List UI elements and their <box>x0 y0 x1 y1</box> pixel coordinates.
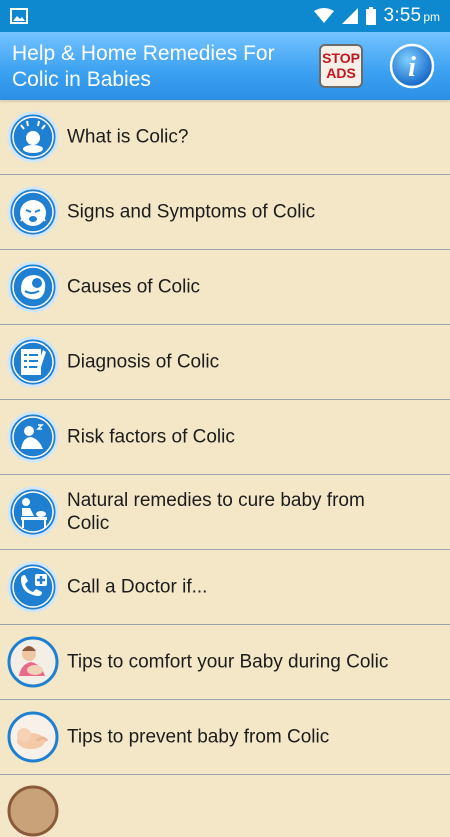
partial-menu-icon <box>7 785 59 837</box>
menu-list: What is Colic? Signs and Symptoms of Col… <box>0 100 450 837</box>
svg-text:i: i <box>408 52 416 83</box>
stop-ads-line1: STOP <box>322 50 360 66</box>
menu-item-what-is-colic[interactable]: What is Colic? <box>0 100 450 175</box>
sad-face-icon <box>7 186 59 238</box>
changing-table-icon <box>7 486 59 538</box>
crying-baby-icon <box>7 111 59 163</box>
menu-item-label: Signs and Symptoms of Colic <box>67 201 316 223</box>
menu-item-label: Diagnosis of Colic <box>67 351 220 373</box>
sleeping-person-icon <box>7 411 59 463</box>
menu-item-label: Call a Doctor if... <box>67 576 208 598</box>
menu-item-causes[interactable]: Causes of Colic <box>0 250 450 325</box>
battery-icon <box>365 7 376 25</box>
menu-item-risk-factors[interactable]: Risk factors of Colic <box>0 400 450 475</box>
image-notification-icon <box>10 8 28 24</box>
clock-time: 3:55 <box>383 5 422 26</box>
menu-item-label: What is Colic? <box>67 126 189 148</box>
menu-item-comfort-tips[interactable]: Tips to comfort your Baby during Colic <box>0 625 450 700</box>
mother-baby-icon <box>7 636 59 688</box>
wifi-icon <box>313 8 334 23</box>
menu-item-diagnosis[interactable]: Diagnosis of Colic <box>0 325 450 400</box>
stop-ads-line2: ADS <box>326 65 356 81</box>
signal-icon <box>341 8 358 24</box>
status-right: 3:55 pm <box>313 0 440 32</box>
clock-ampm: pm <box>423 10 440 24</box>
menu-item-label: Tips to comfort your Baby during Colic <box>67 651 389 673</box>
menu-item-natural-remedies[interactable]: Natural remedies to cure baby from Colic <box>0 475 450 550</box>
app-title: Help & Home Remedies For Colic in Babies <box>12 42 275 91</box>
checklist-icon <box>7 336 59 388</box>
stop-ads-button[interactable]: STOP ADS <box>319 44 363 88</box>
baby-in-womb-icon <box>7 261 59 313</box>
menu-item-label: Tips to prevent baby from Colic <box>67 726 330 748</box>
app-bar: Help & Home Remedies For Colic in Babies <box>0 32 450 100</box>
info-icon[interactable]: i <box>389 43 435 89</box>
menu-item-prevent-tips[interactable]: Tips to prevent baby from Colic <box>0 700 450 775</box>
menu-item-label: Risk factors of Colic <box>67 426 235 448</box>
menu-item-partial[interactable] <box>0 775 450 837</box>
clock: 3:55 pm <box>384 5 440 27</box>
menu-item-signs-symptoms[interactable]: Signs and Symptoms of Colic <box>0 175 450 250</box>
baby-photo-icon <box>7 711 59 763</box>
menu-item-label: Causes of Colic <box>67 276 201 298</box>
menu-item-call-doctor[interactable]: Call a Doctor if... <box>0 550 450 625</box>
phone-medical-icon <box>7 561 59 613</box>
menu-item-label: Natural remedies to cure baby from Colic <box>67 490 365 534</box>
status-bar: 3:55 pm <box>0 0 450 32</box>
